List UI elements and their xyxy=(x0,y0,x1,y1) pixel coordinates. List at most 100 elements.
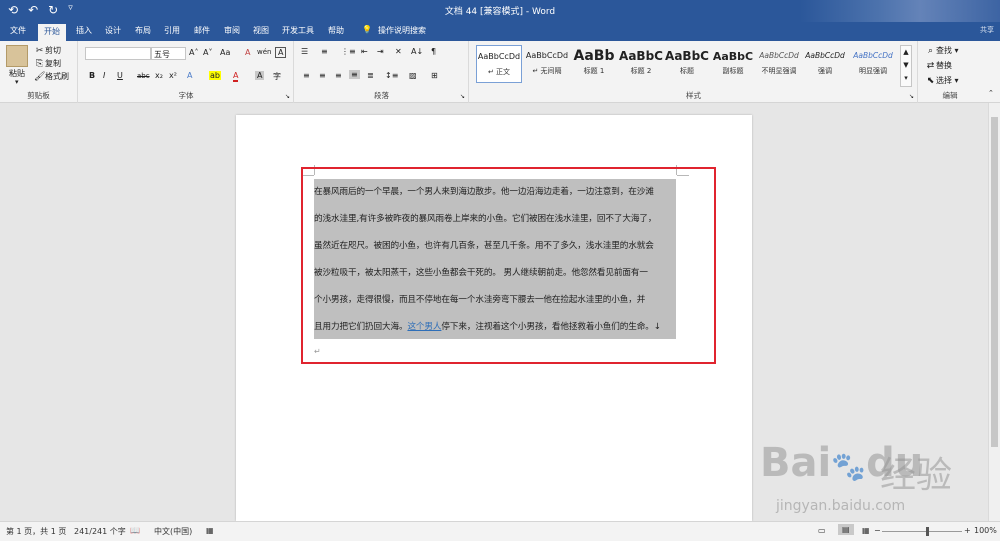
scrollbar-thumb[interactable] xyxy=(991,117,998,447)
tab-file[interactable]: 文件 xyxy=(10,25,26,36)
underline-button[interactable]: U xyxy=(117,71,123,80)
watermark-url: jingyan.baidu.com xyxy=(776,498,906,514)
change-case-button[interactable]: Aa xyxy=(220,48,230,57)
paragraph-dialog-launcher-icon[interactable]: ↘ xyxy=(460,93,465,100)
strikethrough-button[interactable]: abc xyxy=(137,72,150,80)
font-size-box[interactable]: 五号 xyxy=(151,47,186,60)
numbering-icon[interactable]: ≡ xyxy=(321,47,328,56)
tab-review[interactable]: 审阅 xyxy=(224,25,240,36)
tab-insert[interactable]: 插入 xyxy=(76,25,92,36)
justify-icon[interactable]: ≡ xyxy=(349,70,360,79)
proofing-icon[interactable]: 📖 xyxy=(130,526,140,535)
font-color-button[interactable]: A xyxy=(233,71,239,82)
cursor-icon: ⬉ xyxy=(926,76,935,86)
style-normal[interactable]: AaBbCcDd ↵ 正文 xyxy=(476,45,522,83)
read-mode-icon[interactable]: ▭ xyxy=(818,526,826,535)
subscript-button[interactable]: x₂ xyxy=(155,71,163,80)
zoom-slider[interactable] xyxy=(882,531,962,532)
superscript-button[interactable]: x² xyxy=(169,71,177,80)
zoom-out-icon[interactable]: − xyxy=(874,526,881,535)
zoom-slider-knob[interactable] xyxy=(926,527,929,536)
styles-group: AaBbCcDd ↵ 正文 AaBbCcDd ↵ 无间隔 AaBb 标题 1 A… xyxy=(470,41,918,103)
search-icon: ⌕ xyxy=(927,46,934,56)
share-button[interactable]: 共享 xyxy=(980,25,994,35)
line-spacing-icon[interactable]: ↕≡ xyxy=(385,71,398,80)
show-marks-button[interactable]: ¶ xyxy=(431,47,436,56)
style-intense-emphasis[interactable]: AaBbCcDd 明显强调 xyxy=(850,45,896,83)
tab-home[interactable]: 开始 xyxy=(38,24,66,41)
style-heading-2[interactable]: AaBbC 标题 2 xyxy=(618,45,664,83)
word-count[interactable]: 241/241 个字 xyxy=(74,526,126,537)
replace-button[interactable]: ⇄ 替换 xyxy=(925,60,952,72)
replace-icon: ⇄ xyxy=(926,61,935,71)
styles-dialog-launcher-icon[interactable]: ↘ xyxy=(909,93,914,100)
clipboard-label: 剪贴板 xyxy=(27,91,50,100)
borders-icon[interactable]: ⊞ xyxy=(431,71,438,80)
enclose-char-button[interactable]: 字 xyxy=(273,71,281,82)
tab-references[interactable]: 引用 xyxy=(164,25,180,36)
decrease-indent-icon[interactable]: ⇤ xyxy=(361,47,368,56)
web-layout-icon[interactable]: ▦ xyxy=(862,526,870,535)
tab-mailings[interactable]: 邮件 xyxy=(194,25,210,36)
paste-dropdown-icon[interactable]: ▾ xyxy=(15,78,19,86)
styles-scroll[interactable]: ▲ ▼ ▾ xyxy=(900,45,912,87)
page-count[interactable]: 第 1 页，共 1 页 xyxy=(6,526,66,537)
style-emphasis[interactable]: AaBbCcDd 强调 xyxy=(802,45,848,83)
tab-layout[interactable]: 布局 xyxy=(135,25,151,36)
paste-icon[interactable] xyxy=(6,45,28,67)
copy-button[interactable]: ⎘ 复制 xyxy=(34,58,61,70)
zoom-level[interactable]: 100% xyxy=(974,526,997,535)
style-no-spacing[interactable]: AaBbCcDd ↵ 无间隔 xyxy=(524,45,570,83)
zoom-in-icon[interactable]: + xyxy=(964,526,971,535)
style-heading-1[interactable]: AaBb 标题 1 xyxy=(571,45,617,83)
style-subtle-emphasis[interactable]: AaBbCcDd 不明显强调 xyxy=(756,45,802,83)
tab-developer[interactable]: 开发工具 xyxy=(282,25,314,36)
shrink-font-button[interactable]: A˅ xyxy=(203,48,212,57)
shading-icon[interactable]: ▨ xyxy=(409,71,417,80)
phonetic-guide-button[interactable]: wén xyxy=(257,48,271,56)
highlight-button[interactable]: ab xyxy=(209,71,221,80)
select-button[interactable]: ⬉ 选择 ▾ xyxy=(925,75,959,87)
clear-format-button[interactable]: A xyxy=(245,48,250,57)
scissors-icon: ✂ xyxy=(35,46,44,56)
paragraph-group: ☰ ≡ ⋮≡ ⇤ ⇥ ✕ A↓ ¶ ≡ ≡ ≡ ≡ ≣ ↕≡ ▨ ⊞ 段落 ↘ xyxy=(295,41,469,103)
chinese-layout-icon[interactable]: ✕ xyxy=(395,47,402,56)
align-left-icon[interactable]: ≡ xyxy=(303,71,310,80)
increase-indent-icon[interactable]: ⇥ xyxy=(377,47,384,56)
char-shading-button[interactable]: A xyxy=(255,71,265,80)
font-dialog-launcher-icon[interactable]: ↘ xyxy=(285,93,290,100)
tab-help[interactable]: 帮助 xyxy=(328,25,344,36)
jingyan-logo: 经验 xyxy=(880,455,953,496)
format-painter-button[interactable]: 🖌格式刷 xyxy=(34,71,69,83)
tell-me-search[interactable]: 操作说明搜索 xyxy=(378,25,426,36)
copy-icon: ⎘ xyxy=(35,59,44,69)
grow-font-button[interactable]: A˄ xyxy=(189,48,198,57)
bullets-icon[interactable]: ☰ xyxy=(301,47,308,56)
tab-view[interactable]: 视图 xyxy=(253,25,269,36)
style-title[interactable]: AaBbC 标题 xyxy=(664,45,710,83)
distributed-icon[interactable]: ≣ xyxy=(367,71,374,80)
font-group: 五号 A˄ A˅ Aa A wén A B I U abc x₂ x² A ab… xyxy=(79,41,294,103)
bold-button[interactable]: B xyxy=(89,71,95,80)
editing-group: ⌕ 查找 ▾ ⇄ 替换 ⬉ 选择 ▾ 编辑 xyxy=(919,41,981,103)
cut-button[interactable]: ✂ 剪切 xyxy=(34,45,61,57)
align-right-icon[interactable]: ≡ xyxy=(335,71,342,80)
font-label: 字体 xyxy=(178,91,194,100)
text-effects-button[interactable]: A xyxy=(187,71,192,80)
collapse-ribbon-icon[interactable]: ⌃ xyxy=(988,89,994,97)
align-center-icon[interactable]: ≡ xyxy=(319,71,326,80)
style-subtitle[interactable]: AaBbC 副标题 xyxy=(710,45,756,83)
font-name-box[interactable] xyxy=(85,47,151,60)
status-bar: 第 1 页，共 1 页 241/241 个字 📖 中文(中国) ▦ ▭ ▤ ▦ … xyxy=(0,521,1000,541)
multilevel-list-icon[interactable]: ⋮≡ xyxy=(341,47,356,56)
sort-button[interactable]: A↓ xyxy=(411,47,423,56)
brush-icon: 🖌 xyxy=(34,72,46,82)
italic-button[interactable]: I xyxy=(103,71,105,80)
print-layout-icon[interactable]: ▤ xyxy=(838,524,854,535)
char-border-button[interactable]: A xyxy=(275,47,287,58)
ribbon-tabs: 文件 开始 插入 设计 布局 引用 邮件 审阅 视图 开发工具 帮助 💡 操作说… xyxy=(0,22,1000,41)
find-button[interactable]: ⌕ 查找 ▾ xyxy=(925,45,959,57)
macro-record-icon[interactable]: ▦ xyxy=(206,526,214,535)
tab-design[interactable]: 设计 xyxy=(105,25,121,36)
language-indicator[interactable]: 中文(中国) xyxy=(154,526,192,537)
